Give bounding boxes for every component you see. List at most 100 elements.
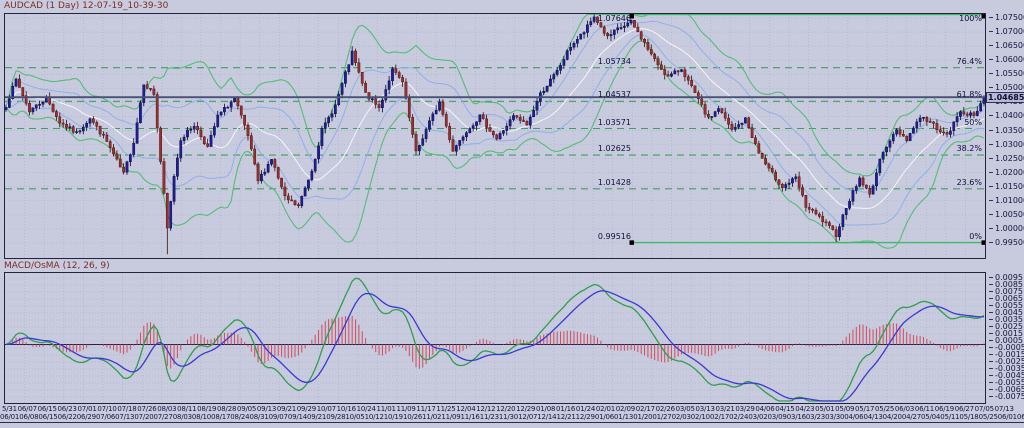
date-label: 04/27 — [902, 413, 921, 421]
date-label: 07/13 — [995, 405, 1014, 413]
price-tick-label: 1.01500 — [989, 183, 1024, 191]
date-label: 08/11 — [177, 405, 196, 413]
date-label: 11/23 — [480, 413, 499, 421]
date-label: 01/06 — [595, 413, 614, 421]
price-tick-label: 1.00000 — [989, 225, 1024, 233]
macd-indicator-pane[interactable] — [4, 272, 986, 404]
date-label: 11/01 — [377, 405, 396, 413]
candlestick-chart-canvas[interactable] — [5, 14, 985, 258]
date-label: 10/12 — [365, 413, 384, 421]
fib-anchor-square — [630, 14, 635, 19]
trading-chart-window: AUDCAD (1 Day) 12-07-19_10-39-30 1.07646… — [0, 0, 1024, 428]
date-label: 12/21 — [556, 413, 575, 421]
macd-chart-canvas[interactable] — [5, 273, 985, 403]
date-label: 04/13 — [863, 413, 882, 421]
date-label: 06/27 — [955, 405, 974, 413]
date-label: 09/07 — [269, 413, 288, 421]
macd-grid — [5, 273, 985, 403]
date-label: 06/15 — [38, 413, 57, 421]
date-label: 03/13 — [696, 405, 715, 413]
date-label: 06/29 — [77, 413, 96, 421]
bottom-border-rule — [0, 422, 1024, 423]
date-label: 11/17 — [416, 405, 435, 413]
fib-anchor-square — [982, 240, 986, 245]
sma20-midline — [6, 29, 984, 209]
date-label: 06/01 — [0, 413, 19, 421]
macd-value-axis: 0.00950.00850.00750.00650.00550.00450.00… — [989, 272, 1023, 404]
current-price-tag: 1.04685 — [986, 92, 1024, 103]
date-label: 11/09 — [396, 405, 415, 413]
date-label: 06/07 — [18, 405, 37, 413]
date-label: 02/26 — [656, 405, 675, 413]
date-axis-row-2: 06/0106/0806/1506/2206/2907/0607/1307/20… — [0, 413, 1019, 421]
date-axis-row-1: 5/3106/0706/1506/2307/0107/1007/1807/260… — [2, 405, 1014, 413]
chart-title: AUDCAD (1 Day) 12-07-19_10-39-30 — [0, 1, 1024, 12]
date-label: 03/21 — [715, 405, 734, 413]
fib-anchor-square — [630, 240, 635, 245]
date-label: 12/12 — [476, 405, 495, 413]
date-label: 12/20 — [496, 405, 515, 413]
price-tick-label: 1.06000 — [989, 56, 1024, 64]
date-label: 12/04 — [456, 405, 475, 413]
date-label: 01/24 — [576, 405, 595, 413]
date-label: 07/13 — [115, 413, 134, 421]
fibonacci-anchor-lines — [630, 14, 986, 245]
date-label: 01/27 — [652, 413, 671, 421]
date-label: 02/09 — [616, 405, 635, 413]
date-label: 08/10 — [192, 413, 211, 421]
date-label: 12/14 — [537, 413, 556, 421]
date-label: 07/26 — [137, 405, 156, 413]
date-label: 09/29 — [297, 405, 316, 413]
date-label: 02/10 — [691, 413, 710, 421]
date-label: 04/23 — [795, 405, 814, 413]
date-label: 06/08 — [1017, 413, 1024, 421]
date-label: 10/07 — [317, 405, 336, 413]
price-tick-label: 1.02000 — [989, 169, 1024, 177]
date-label: 08/31 — [249, 413, 268, 421]
date-label: 10/24 — [357, 405, 376, 413]
date-label: 04/06 — [844, 413, 863, 421]
date-label: 06/22 — [58, 413, 77, 421]
date-label: 06/01 — [998, 413, 1017, 421]
date-label: 01/20 — [633, 413, 652, 421]
price-tick-label: 1.03500 — [989, 127, 1024, 135]
date-label: 09/21 — [307, 413, 326, 421]
price-tick-label: 1.03000 — [989, 141, 1024, 149]
date-label: 05/25 — [875, 405, 894, 413]
date-label: 05/01 — [815, 405, 834, 413]
date-label: 09/28 — [326, 413, 345, 421]
date-label: 05/25 — [979, 413, 998, 421]
date-label: 01/13 — [614, 413, 633, 421]
date-label: 05/18 — [959, 413, 978, 421]
date-label: 02/24 — [729, 413, 748, 421]
date-label: 05/04 — [921, 413, 940, 421]
date-label: 08/28 — [217, 405, 236, 413]
date-label: 12/29 — [576, 413, 595, 421]
main-chart-pane[interactable]: 1.07646100%1.0573476.4%1.0453761.8%1.035… — [4, 13, 986, 259]
price-axis: 1.075001.070001.065001.060001.055001.050… — [989, 13, 1023, 259]
date-label: 06/15 — [38, 405, 57, 413]
date-label: 08/03 — [157, 405, 176, 413]
macd-tick-label: -0.0075 — [989, 393, 1024, 401]
date-label: 10/16 — [337, 405, 356, 413]
fib-anchor-square — [982, 14, 986, 19]
date-label: 08/24 — [230, 413, 249, 421]
price-tick-label: 1.04000 — [989, 112, 1024, 120]
price-tick-label: 0.99500 — [989, 239, 1024, 247]
date-label: 06/03 — [895, 405, 914, 413]
date-label: 05/09 — [835, 405, 854, 413]
date-label: 11/25 — [436, 405, 455, 413]
date-label: 09/13 — [257, 405, 276, 413]
date-label: 12/29 — [516, 405, 535, 413]
date-label: 07/10 — [97, 405, 116, 413]
date-label: 02/01 — [596, 405, 615, 413]
date-label: 08/19 — [197, 405, 216, 413]
date-label: 5/31 — [2, 405, 17, 413]
date-label: 11/02 — [422, 413, 441, 421]
date-label: 04/15 — [775, 405, 794, 413]
date-label: 02/17 — [636, 405, 655, 413]
date-label: 07/06 — [96, 413, 115, 421]
date-label: 07/20 — [134, 413, 153, 421]
price-tick-label: 1.07000 — [989, 28, 1024, 36]
date-label: 07/05 — [975, 405, 994, 413]
